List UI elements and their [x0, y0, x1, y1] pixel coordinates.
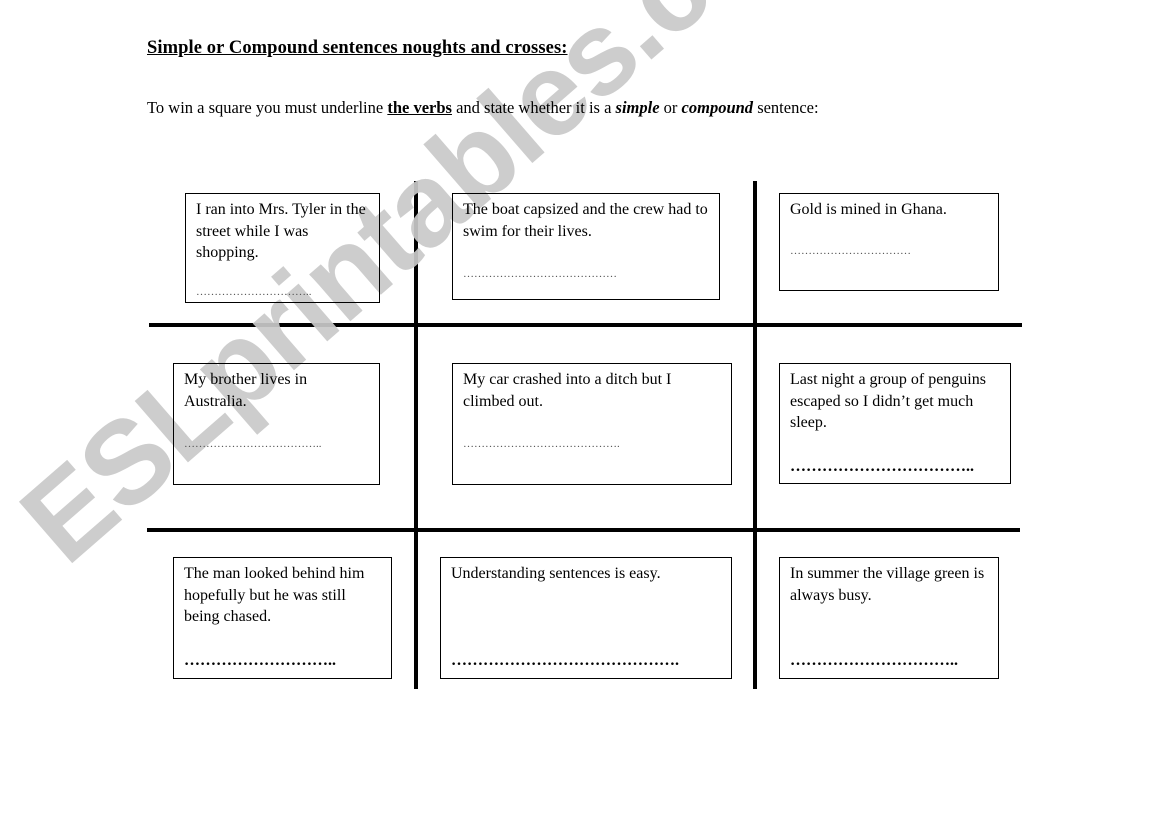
instructions-keyword: the verbs [387, 98, 452, 117]
answer-line[interactable]: ………………………….. [196, 282, 312, 304]
cell-sentence: In summer the village green is always bu… [790, 565, 985, 604]
answer-line[interactable]: ……………………….. [184, 650, 336, 672]
worksheet-title: Simple or Compound sentences noughts and… [147, 38, 568, 58]
cell-sentence: My car crashed into a ditch but I climbe… [463, 371, 672, 410]
instructions: To win a square you must underline the v… [147, 98, 819, 118]
answer-line[interactable]: ……………………………………. [463, 434, 620, 456]
answer-line[interactable]: …………………………….. [790, 456, 974, 478]
answer-line[interactable]: ……………………………………. [451, 650, 679, 672]
instructions-or: or [659, 98, 682, 117]
cell-sentence: The boat capsized and the crew had to sw… [463, 201, 708, 240]
answer-line[interactable]: ………………………….. [790, 650, 958, 672]
answer-line[interactable]: …………………………………… [463, 264, 617, 286]
cell-sentence: Last night a group of penguins escaped s… [790, 371, 986, 431]
grid-line-vertical-1 [414, 181, 418, 689]
grid-cell-6[interactable]: Last night a group of penguins escaped s… [779, 363, 1011, 484]
grid-line-horizontal-1 [149, 323, 1022, 327]
grid-cell-8[interactable]: Understanding sentences is easy. …………………… [440, 557, 732, 679]
cell-sentence: My brother lives in Australia. [184, 371, 308, 410]
answer-line[interactable]: …………………………… [790, 241, 911, 263]
grid-cell-1[interactable]: I ran into Mrs. Tyler in the street whil… [185, 193, 380, 303]
grid-line-vertical-2 [753, 181, 757, 689]
grid-cell-2[interactable]: The boat capsized and the crew had to sw… [452, 193, 720, 300]
option-compound: compound [681, 98, 754, 117]
option-simple: simple [615, 98, 660, 117]
cell-sentence: Understanding sentences is easy. [451, 565, 661, 582]
cell-sentence: I ran into Mrs. Tyler in the street whil… [196, 201, 366, 261]
instructions-prefix: To win a square you must underline [147, 98, 388, 117]
watermark: ESLprintables.com [0, 0, 865, 588]
grid-cell-4[interactable]: My brother lives in Australia. ………………………… [173, 363, 380, 485]
cell-sentence: The man looked behind him hopefully but … [184, 565, 365, 625]
grid-cell-3[interactable]: Gold is mined in Ghana. …………………………… [779, 193, 999, 291]
cell-sentence: Gold is mined in Ghana. [790, 201, 947, 218]
grid-cell-5[interactable]: My car crashed into a ditch but I climbe… [452, 363, 732, 485]
grid-cell-7[interactable]: The man looked behind him hopefully but … [173, 557, 392, 679]
grid-line-horizontal-2 [147, 528, 1020, 532]
instructions-suffix: sentence: [753, 98, 819, 117]
grid-cell-9[interactable]: In summer the village green is always bu… [779, 557, 999, 679]
instructions-middle: and state whether it is a [451, 98, 616, 117]
answer-line[interactable]: ……………………………….. [184, 434, 322, 456]
